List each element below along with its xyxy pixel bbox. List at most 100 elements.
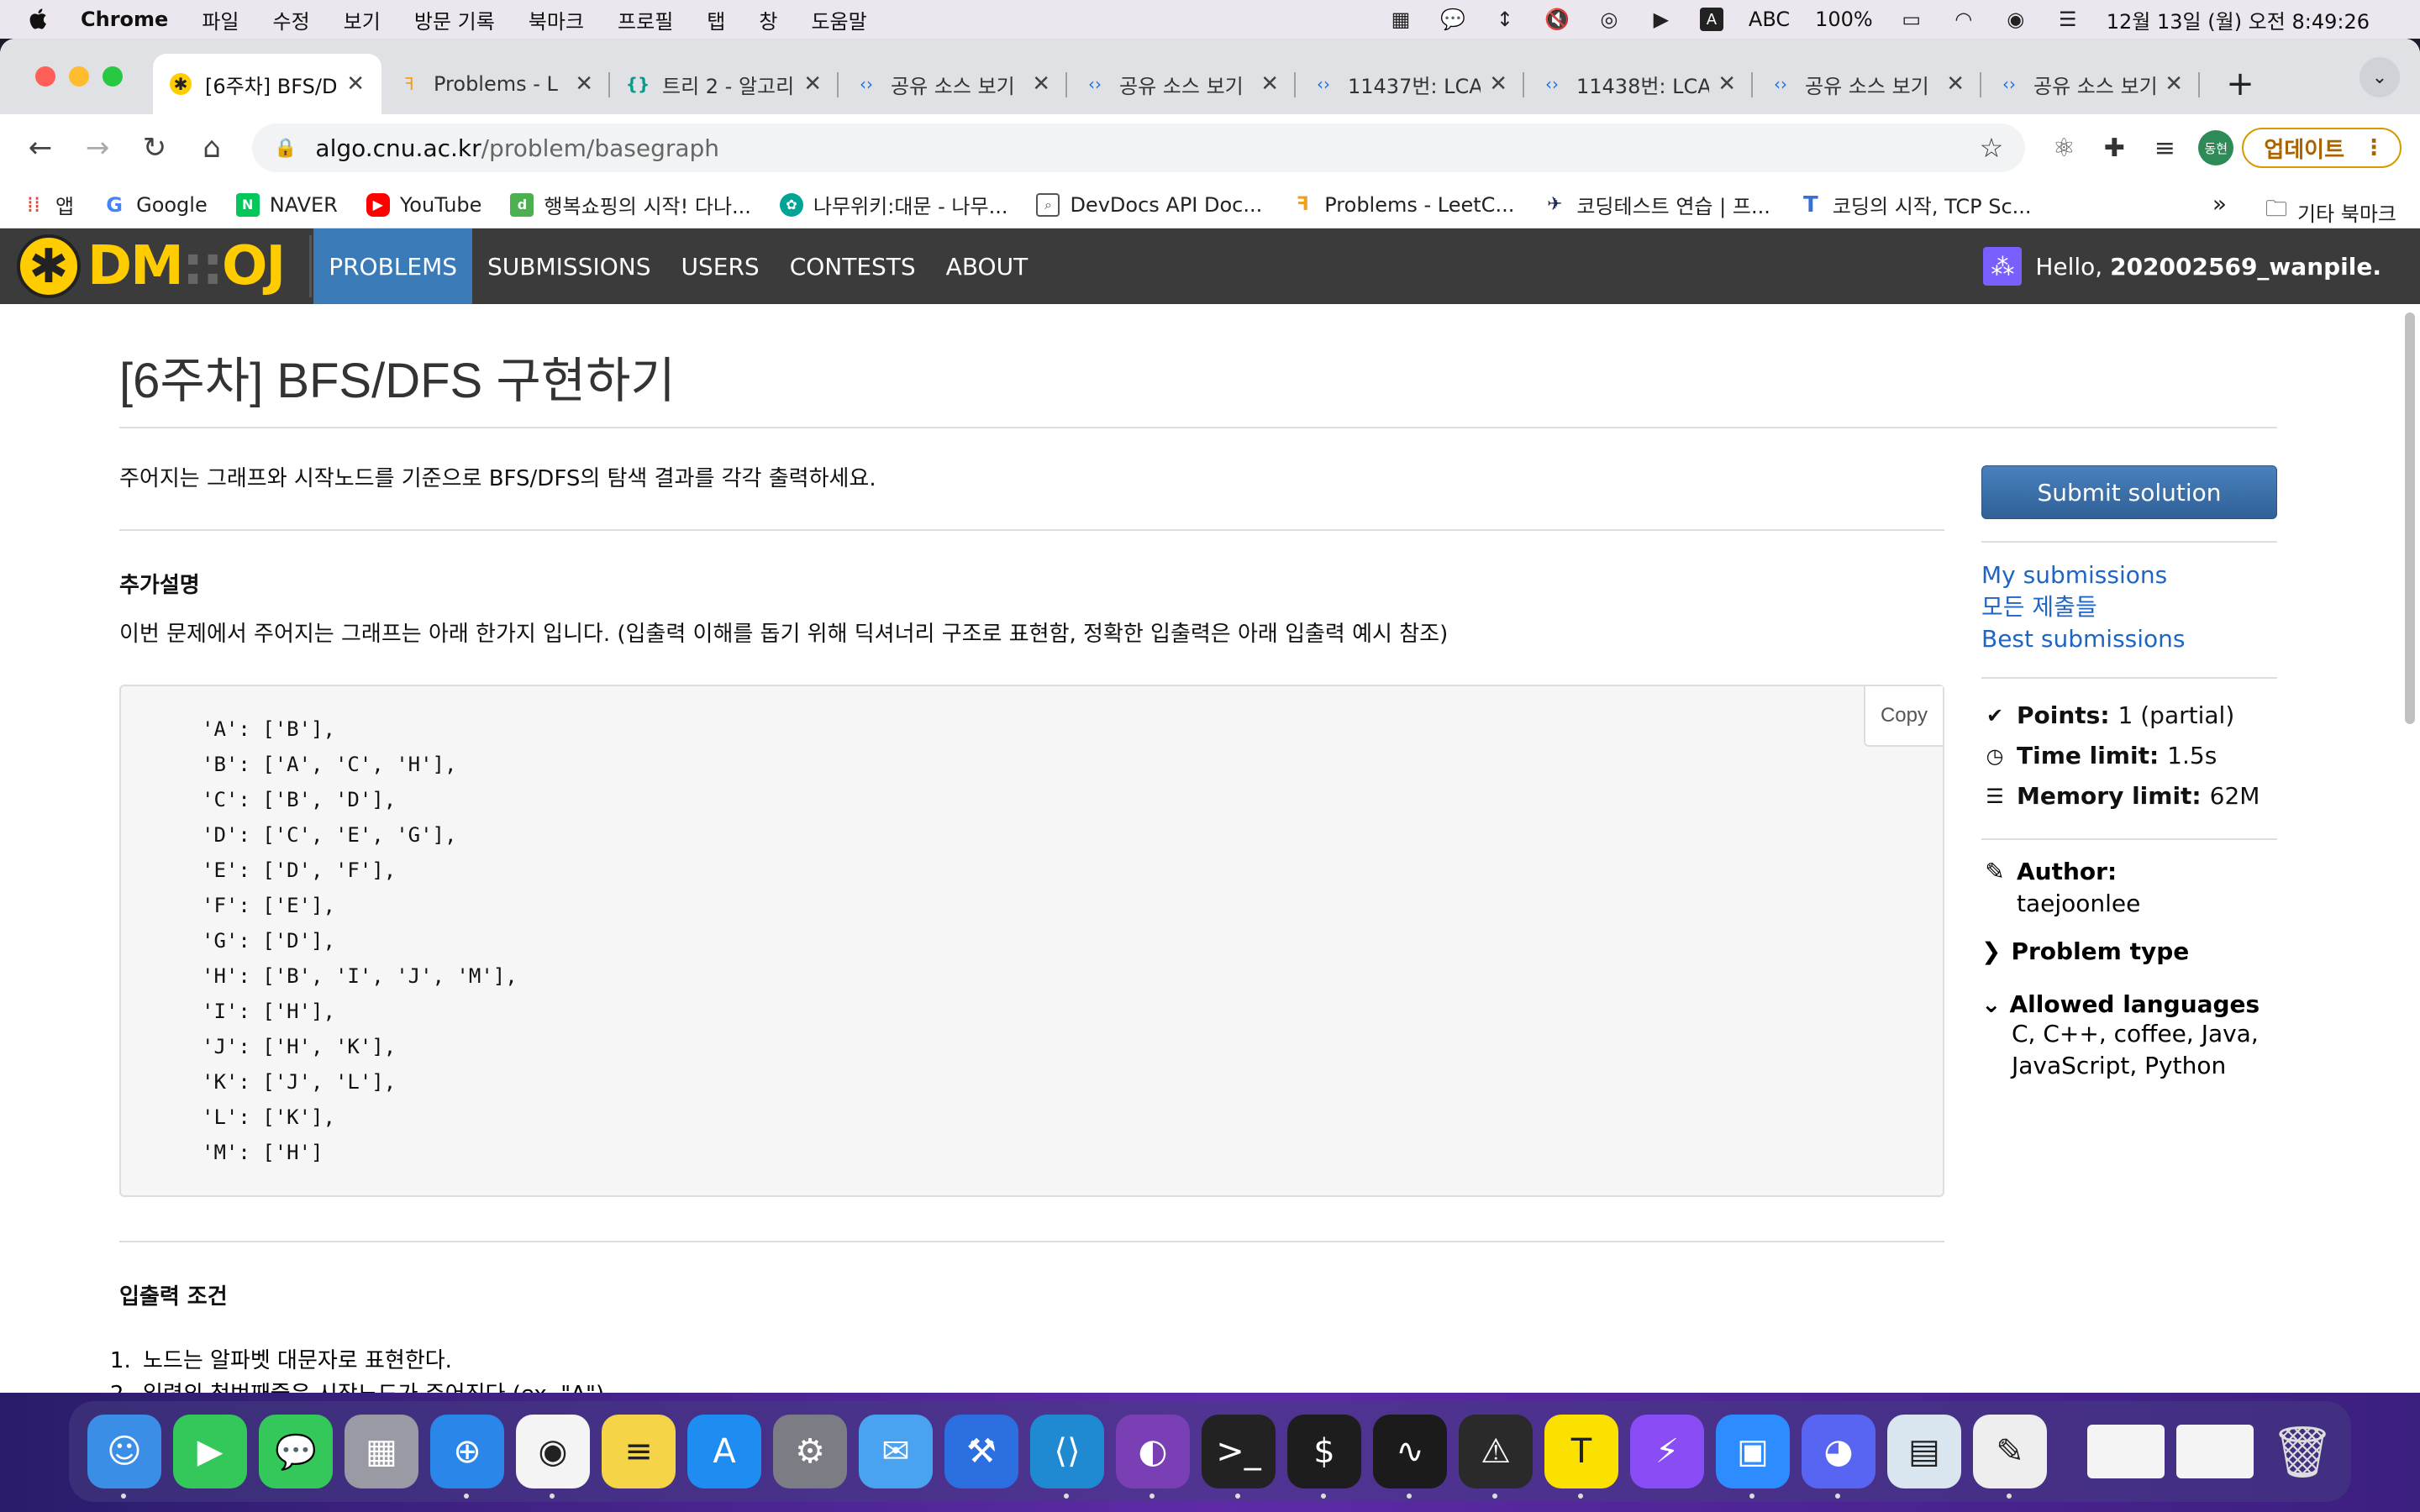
forward-arrow-icon[interactable]: → [76, 126, 119, 170]
other-bookmarks[interactable]: 🗀 기타 북마크 [2265, 193, 2396, 230]
dock-vscode-icon[interactable]: ⟨⟩ [1030, 1415, 1104, 1499]
dock-messages-icon[interactable]: 💬 [259, 1415, 333, 1488]
close-tab-icon[interactable]: ✕ [1489, 71, 1507, 97]
lock-icon[interactable]: 🔒 [274, 138, 297, 159]
close-tab-icon[interactable]: ✕ [1260, 71, 1279, 97]
update-button[interactable]: 업데이트 ⋮ [2242, 128, 2402, 168]
dock-minimized-window-1[interactable] [2087, 1425, 2165, 1478]
menu-help[interactable]: 도움말 [811, 5, 866, 34]
dock-finder-icon[interactable]: ☺ [87, 1415, 161, 1499]
tab[interactable]: ꟻ Problems - L ✕ [381, 54, 610, 114]
battery-icon[interactable]: ▭ [1898, 8, 1925, 31]
dock-launchpad-icon[interactable]: ▦ [345, 1415, 418, 1488]
dock-kakaotalk-icon[interactable]: T [1544, 1415, 1618, 1499]
tab[interactable]: ‹› 공유 소스 보기 ✕ [1753, 54, 1981, 114]
menu-history[interactable]: 방문 기록 [414, 5, 495, 34]
tab[interactable]: ‹› 공유 소스 보기 ✕ [1067, 54, 1296, 114]
tab[interactable]: {} 트리 2 - 알고리 ✕ [610, 54, 839, 114]
address-bar[interactable]: 🔒 algo.cnu.ac.kr /problem/basegraph ☆ [252, 123, 2026, 172]
dock-textedit-icon[interactable]: ✎ [1973, 1415, 2047, 1499]
minimize-window-button[interactable] [69, 66, 89, 87]
close-tab-icon[interactable]: ✕ [346, 71, 365, 97]
bookmark-programmers[interactable]: ✈ 코딩테스트 연습 | 프... [1543, 190, 1770, 219]
best-submissions-link[interactable]: Best submissions [1981, 623, 2277, 655]
vertical-arrows-icon[interactable]: ↕ [1491, 8, 1518, 31]
menu-bookmarks[interactable]: 북마크 [529, 5, 584, 34]
allowed-languages-toggle[interactable]: ⌄ Allowed languages [1981, 990, 2277, 1018]
menu-window[interactable]: 창 [759, 5, 777, 34]
bookmark-leetcode[interactable]: ꟻ Problems - LeetC... [1291, 193, 1515, 217]
close-tab-icon[interactable]: ✕ [1946, 71, 1965, 97]
dock-facetime-icon[interactable]: ▶ [173, 1415, 247, 1488]
menu-edit[interactable]: 수정 [272, 5, 309, 34]
tab[interactable]: ‹› 공유 소스 보기 ✕ [1981, 54, 2200, 114]
dock-minimized-window-2[interactable] [2176, 1425, 2254, 1478]
dock-preview-icon[interactable]: ▤ [1887, 1415, 1961, 1488]
nav-contests[interactable]: CONTESTS [775, 228, 931, 304]
page-scrollbar[interactable] [2403, 309, 2417, 1393]
dock-messenger-icon[interactable]: ⚡ [1630, 1415, 1704, 1488]
bookmark-naver[interactable]: N NAVER [235, 192, 338, 217]
dock-notes-icon[interactable]: ≡ [602, 1415, 676, 1488]
nav-problems[interactable]: PROBLEMS [313, 228, 473, 304]
dock-discord-icon[interactable]: ◕ [1802, 1415, 1876, 1499]
tab[interactable]: ‹› 공유 소스 보기 ✕ [839, 54, 1067, 114]
dock-iterm-icon[interactable]: $ [1287, 1415, 1361, 1499]
bookmark-star-icon[interactable]: ☆ [1980, 132, 2004, 164]
scrollbar-thumb[interactable] [2405, 312, 2415, 724]
dock-mail-icon[interactable]: ✉ [859, 1415, 933, 1488]
play-icon[interactable]: ▶ [1648, 8, 1675, 31]
close-tab-icon[interactable]: ✕ [1718, 71, 1736, 97]
dock-zoom-icon[interactable]: ▣ [1716, 1415, 1790, 1499]
react-devtools-icon[interactable]: ⚛ [2044, 128, 2084, 168]
bookmark-namuwiki[interactable]: ✿ 나무위키:대문 - 나무... [779, 190, 1007, 219]
bookmark-google[interactable]: G Google [103, 192, 208, 217]
back-arrow-icon[interactable]: ← [18, 126, 62, 170]
dock-activity-monitor-icon[interactable]: ∿ [1373, 1415, 1447, 1499]
my-submissions-link[interactable]: My submissions [1981, 559, 2277, 591]
dock-chrome-icon[interactable]: ◉ [516, 1415, 590, 1499]
dock-console-icon[interactable]: ⚠ [1459, 1415, 1533, 1499]
bookmark-danawa[interactable]: d 행복쇼핑의 시작! 다나... [510, 190, 751, 219]
reading-list-icon[interactable]: ≡ [2144, 128, 2185, 168]
dock-terminal-icon[interactable]: >_ [1202, 1415, 1276, 1499]
home-icon[interactable]: ⌂ [190, 126, 234, 170]
nav-submissions[interactable]: SUBMISSIONS [472, 228, 666, 304]
apple-icon[interactable] [29, 7, 50, 32]
bookmark-tcpschool[interactable]: T 코딩의 시작, TCP Sc... [1799, 190, 2032, 219]
menu-view[interactable]: 보기 [344, 5, 381, 34]
nav-users[interactable]: USERS [666, 228, 775, 304]
close-window-button[interactable] [35, 66, 55, 87]
chat-bubble-icon[interactable]: 💬 [1439, 8, 1466, 31]
all-submissions-link[interactable]: 모든 제출들 [1981, 591, 2277, 623]
dock-xcode-icon[interactable]: ⚒ [944, 1415, 1018, 1488]
tab-active[interactable]: ✱ [6주차] BFS/D ✕ [153, 54, 381, 114]
maximize-window-button[interactable] [103, 66, 123, 87]
dock-safari-icon[interactable]: ⊕ [430, 1415, 504, 1499]
bookmark-youtube[interactable]: ▶ YouTube [366, 192, 481, 217]
menu-app-name[interactable]: Chrome [81, 8, 168, 31]
copy-button[interactable]: Copy [1863, 686, 1943, 747]
bookmarks-overflow-button[interactable]: » [2212, 190, 2227, 218]
tab[interactable]: ‹› 11437번: LCA ✕ [1296, 54, 1524, 114]
control-center-icon[interactable]: ☰ [2054, 8, 2081, 31]
menu-profiles[interactable]: 프로필 [618, 5, 673, 34]
trash-icon[interactable]: 🗑 [2265, 1415, 2339, 1488]
close-tab-icon[interactable]: ✕ [803, 71, 822, 97]
author-name[interactable]: taejoonlee [2017, 887, 2277, 921]
new-tab-button[interactable]: + [2217, 60, 2264, 108]
window-manager-icon[interactable]: ▦ [1387, 8, 1414, 31]
close-tab-icon[interactable]: ✕ [575, 71, 593, 97]
bookmark-devdocs[interactable]: ⌕ DevDocs API Doc... [1036, 192, 1262, 217]
reload-icon[interactable]: ↻ [133, 126, 176, 170]
dock-github-desktop-icon[interactable]: ◐ [1116, 1415, 1190, 1499]
tab-search-button[interactable]: ⌄ [2360, 57, 2400, 97]
input-source-icon[interactable]: A [1699, 8, 1723, 31]
mute-icon[interactable]: 🔇 [1544, 8, 1570, 31]
wifi-icon[interactable]: ◠ [1950, 8, 1977, 31]
nav-about[interactable]: ABOUT [931, 228, 1044, 304]
dock-app-store-icon[interactable]: A [687, 1415, 761, 1488]
user-greeting[interactable]: ⁂ Hello, 202002569_wanpile. [1983, 228, 2381, 304]
user-icon[interactable]: ◉ [2002, 8, 2029, 31]
problem-type-toggle[interactable]: ❯ Problem type [1981, 937, 2277, 965]
